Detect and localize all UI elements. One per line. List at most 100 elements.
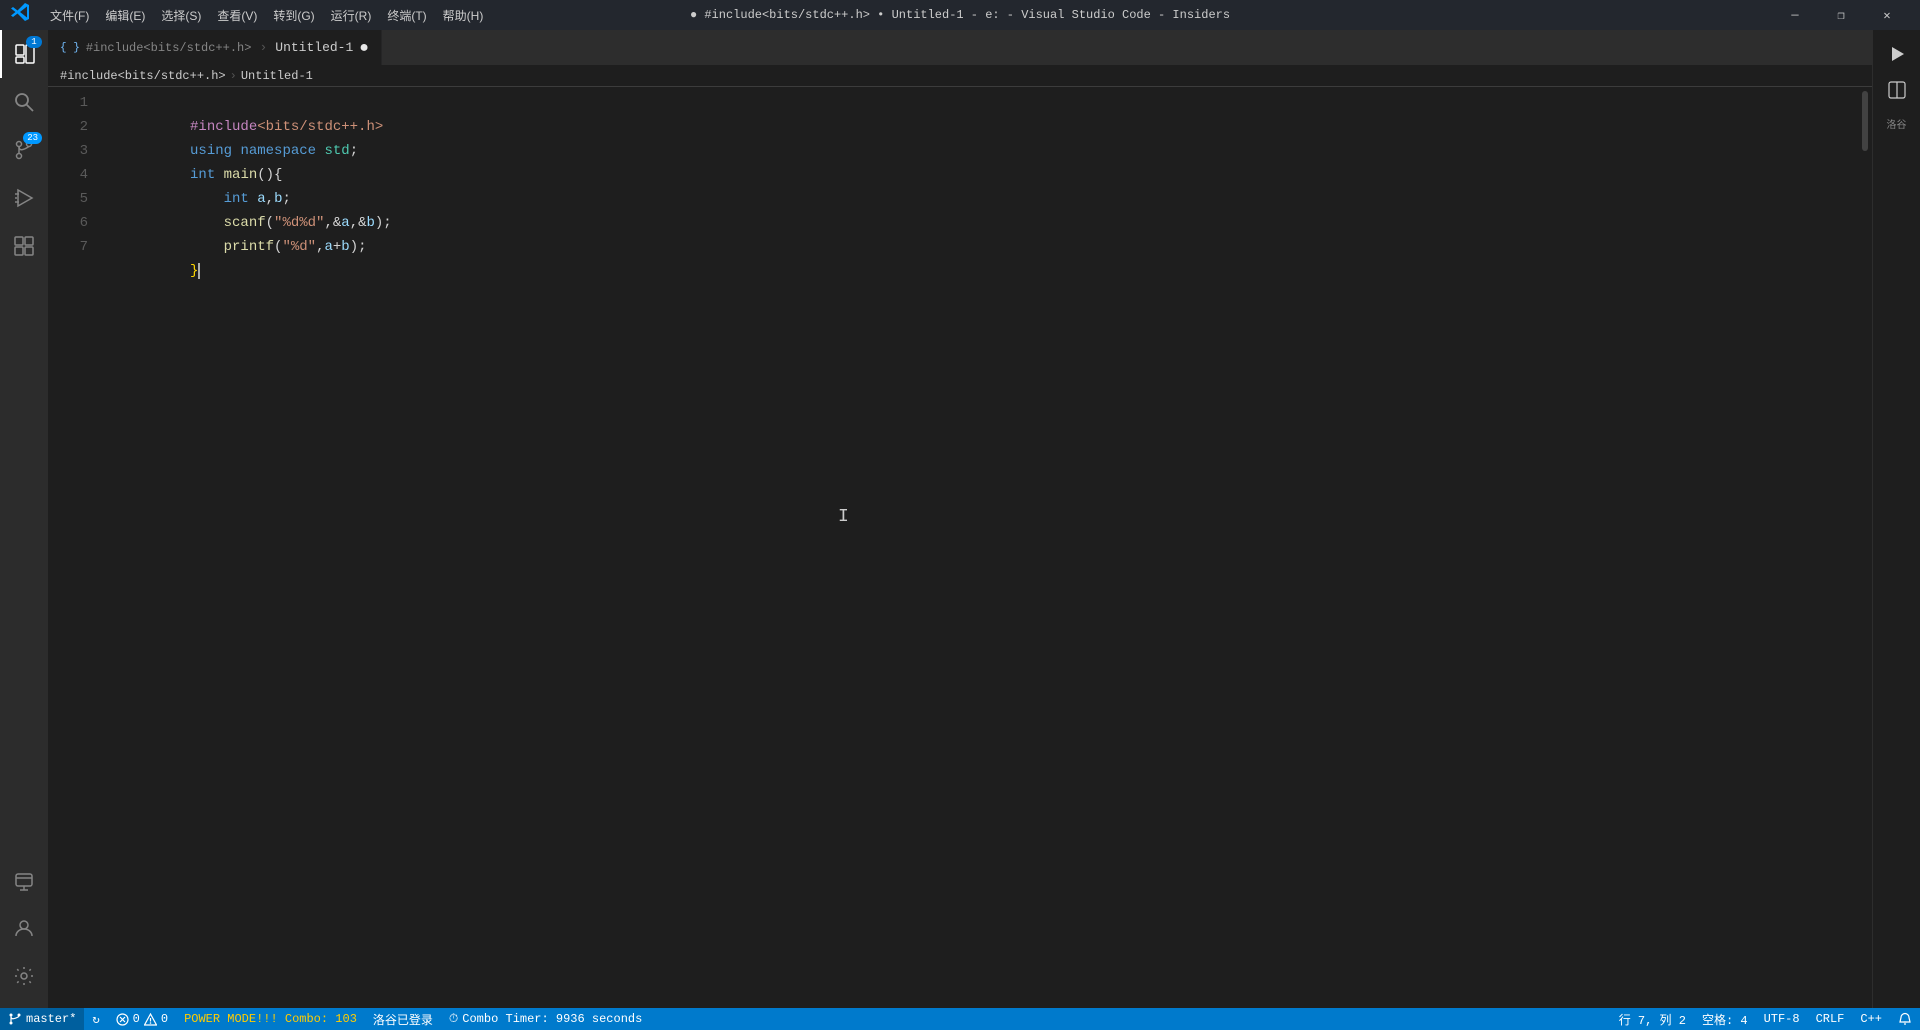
close-button[interactable]: ✕ bbox=[1864, 0, 1910, 30]
status-errors[interactable]: 0 0 bbox=[108, 1008, 176, 1030]
menu-edit[interactable]: 编辑(E) bbox=[99, 5, 151, 26]
tab-bar: { } #include<bits/stdc++.h> › Untitled-1… bbox=[48, 30, 1872, 65]
extensions-icon bbox=[13, 235, 35, 257]
activity-item-accounts[interactable] bbox=[0, 904, 48, 952]
arg-a: a bbox=[341, 215, 349, 231]
menu-help[interactable]: 帮助(H) bbox=[437, 5, 490, 26]
activity-item-run-debug[interactable] bbox=[0, 174, 48, 222]
int-keyword-3: int bbox=[190, 167, 215, 183]
window-title: ● #include<bits/stdc++.h> • Untitled-1 -… bbox=[690, 8, 1230, 22]
expr-b: b bbox=[341, 239, 349, 255]
status-notifications[interactable] bbox=[1890, 1008, 1920, 1030]
main-layout: 1 23 bbox=[0, 30, 1920, 1008]
line-num-3: 3 bbox=[48, 139, 88, 163]
activity-bar-bottom bbox=[0, 856, 48, 1008]
scanf-format: "%d%d" bbox=[274, 215, 324, 231]
remote-icon bbox=[13, 869, 35, 891]
notification-icon bbox=[1898, 1012, 1912, 1026]
status-left: master* ↻ 0 0 POWER MODE!!! Combo: 103 洛… bbox=[0, 1008, 650, 1030]
window-controls: — ❐ ✕ bbox=[1772, 0, 1910, 30]
vertical-scrollbar[interactable] bbox=[1858, 87, 1872, 1008]
breadcrumb-path: #include<bits/stdc++.h> bbox=[60, 69, 226, 83]
right-toolbar: 洛谷 bbox=[1872, 30, 1920, 1008]
status-language[interactable]: C++ bbox=[1852, 1008, 1890, 1030]
menu-bar[interactable]: 文件(F) 编辑(E) 选择(S) 查看(V) 转到(G) 运行(R) 终端(T… bbox=[44, 5, 489, 26]
std-namespace: std bbox=[324, 143, 349, 159]
status-spaces[interactable]: 空格: 4 bbox=[1694, 1008, 1756, 1030]
activity-item-remote[interactable] bbox=[0, 856, 48, 904]
menu-file[interactable]: 文件(F) bbox=[44, 5, 95, 26]
app-logo bbox=[10, 2, 30, 28]
luogu-label: 洛谷 bbox=[1887, 121, 1907, 132]
menu-goto[interactable]: 转到(G) bbox=[267, 5, 320, 26]
code-line-4: int a,b; bbox=[98, 163, 1858, 187]
status-sync[interactable]: ↻ bbox=[84, 1008, 107, 1030]
breadcrumb-sep: › bbox=[230, 69, 237, 83]
run-button[interactable] bbox=[1881, 38, 1913, 70]
status-position[interactable]: 行 7, 列 2 bbox=[1611, 1008, 1694, 1030]
editor-area: { } #include<bits/stdc++.h> › Untitled-1… bbox=[48, 30, 1872, 1008]
timer-icon: ⏱ bbox=[449, 1012, 458, 1026]
code-content[interactable]: #include<bits/stdc++.h> using namespace … bbox=[98, 87, 1858, 1008]
status-right: 行 7, 列 2 空格: 4 UTF-8 CRLF C++ bbox=[1611, 1008, 1920, 1030]
scrollbar-thumb[interactable] bbox=[1862, 91, 1868, 151]
semi-4: ; bbox=[282, 191, 290, 207]
accounts-icon bbox=[13, 917, 35, 939]
line-num-7: 7 bbox=[48, 235, 88, 259]
tab-file-icon: { } bbox=[60, 42, 80, 54]
activity-item-settings[interactable] bbox=[0, 952, 48, 1000]
menu-select[interactable]: 选择(S) bbox=[155, 5, 207, 26]
split-editor-button[interactable] bbox=[1881, 74, 1913, 106]
spaces-label: 空格: 4 bbox=[1702, 1011, 1748, 1028]
var-a: a bbox=[257, 191, 265, 207]
error-count: 0 bbox=[133, 1012, 140, 1026]
status-login[interactable]: 洛谷已登录 bbox=[365, 1008, 441, 1030]
minimize-button[interactable]: — bbox=[1772, 0, 1818, 30]
run-debug-icon bbox=[13, 187, 35, 209]
menu-terminal[interactable]: 终端(T) bbox=[381, 5, 432, 26]
warning-count: 0 bbox=[161, 1012, 168, 1026]
line-num-5: 5 bbox=[48, 187, 88, 211]
amp-b: & bbox=[358, 215, 366, 231]
title-bar: 文件(F) 编辑(E) 选择(S) 查看(V) 转到(G) 运行(R) 终端(T… bbox=[0, 0, 1920, 30]
scanf-function: scanf bbox=[224, 215, 266, 231]
encoding-label: UTF-8 bbox=[1764, 1012, 1800, 1026]
tab-modified-dot: ● bbox=[359, 39, 369, 57]
main-function: main bbox=[224, 167, 258, 183]
sync-icon: ↻ bbox=[92, 1012, 99, 1027]
language-label: C++ bbox=[1860, 1012, 1882, 1026]
error-icon bbox=[116, 1013, 129, 1026]
text-cursor-indicator: I bbox=[838, 507, 849, 527]
code-line-3: int main(){ bbox=[98, 139, 1858, 163]
breadcrumb: #include<bits/stdc++.h> › Untitled-1 bbox=[48, 65, 1872, 87]
editor-tab[interactable]: { } #include<bits/stdc++.h> › Untitled-1… bbox=[48, 30, 382, 65]
line-ending-label: CRLF bbox=[1816, 1012, 1845, 1026]
position-label: 行 7, 列 2 bbox=[1619, 1011, 1686, 1028]
line-num-1: 1 bbox=[48, 91, 88, 115]
line-num-2: 2 bbox=[48, 115, 88, 139]
source-control-badge: 23 bbox=[23, 132, 42, 144]
activity-item-search[interactable] bbox=[0, 78, 48, 126]
expr-a: a bbox=[324, 239, 332, 255]
indent-4 bbox=[190, 191, 224, 207]
split-editor-icon bbox=[1888, 81, 1906, 99]
maximize-button[interactable]: ❐ bbox=[1818, 0, 1864, 30]
breadcrumb-file: Untitled-1 bbox=[241, 69, 313, 83]
activity-item-extensions[interactable] bbox=[0, 222, 48, 270]
namespace-keyword: namespace bbox=[240, 143, 316, 159]
menu-view[interactable]: 查看(V) bbox=[211, 5, 263, 26]
code-editor[interactable]: 1 2 3 4 5 6 7 #include<bits/stdc++.h> us… bbox=[48, 87, 1872, 1008]
printf-format: "%d" bbox=[282, 239, 316, 255]
comma-5b: , bbox=[350, 215, 358, 231]
status-branch[interactable]: master* bbox=[0, 1008, 84, 1030]
activity-item-source-control[interactable]: 23 bbox=[0, 126, 48, 174]
menu-run[interactable]: 运行(R) bbox=[325, 5, 378, 26]
activity-item-explorer[interactable]: 1 bbox=[0, 30, 48, 78]
status-encoding[interactable]: UTF-8 bbox=[1756, 1008, 1808, 1030]
run-icon bbox=[1888, 45, 1906, 63]
paren-open: (){ bbox=[257, 167, 282, 183]
printf-function: printf bbox=[224, 239, 274, 255]
combo-timer-label: Combo Timer: 9936 seconds bbox=[462, 1012, 642, 1026]
status-line-ending[interactable]: CRLF bbox=[1808, 1008, 1853, 1030]
branch-name: master* bbox=[26, 1012, 76, 1026]
